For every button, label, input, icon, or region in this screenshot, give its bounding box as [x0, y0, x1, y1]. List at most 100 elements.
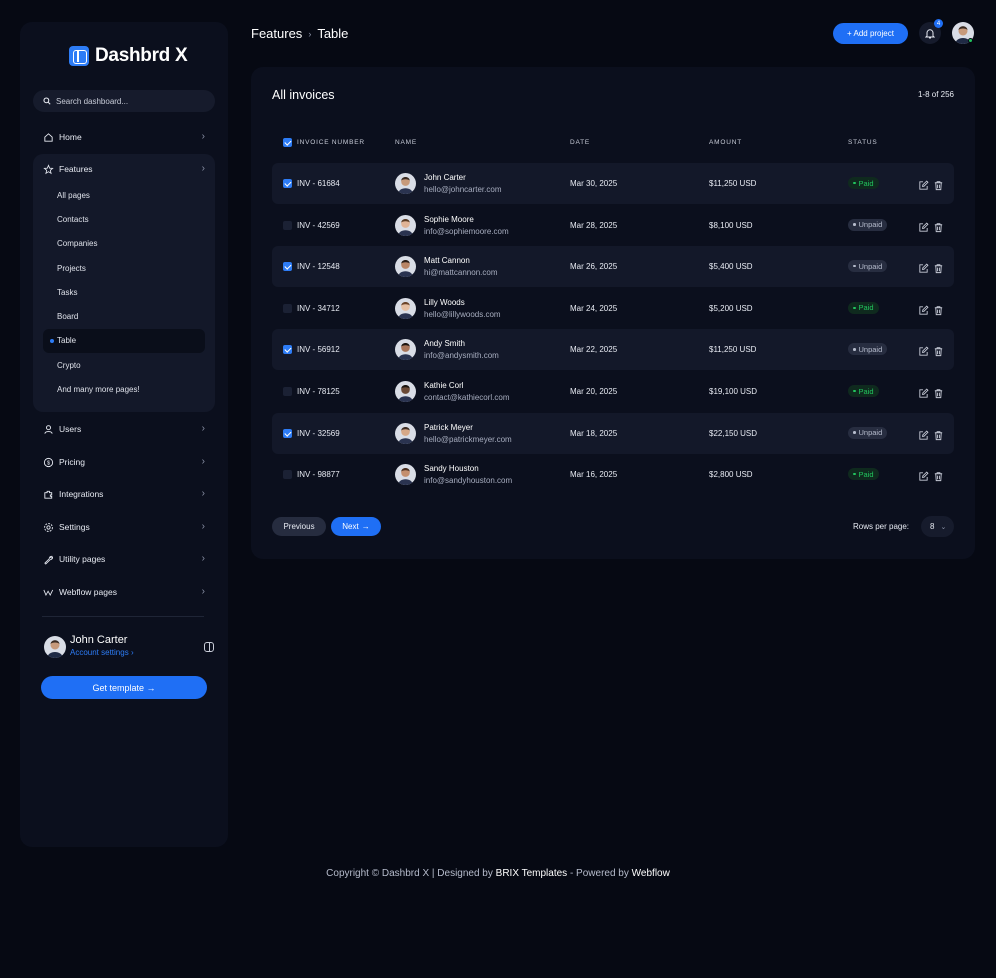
column-date[interactable]: DATE	[570, 139, 590, 146]
sidebar-item-label: Utility pages	[59, 554, 106, 564]
invoice-date: Mar 20, 2025	[570, 387, 618, 396]
breadcrumb: Features › Table	[251, 26, 348, 41]
notifications-button[interactable]: 4	[919, 19, 943, 44]
invoice-amount: $5,200 USD	[709, 303, 753, 313]
status-badge: Unpaid	[848, 218, 888, 231]
account-settings-link[interactable]: Account settings ›	[70, 648, 134, 657]
sub-item-board[interactable]: Board	[57, 312, 78, 321]
row-checkbox[interactable]	[283, 220, 292, 230]
chevron-right-icon: ›	[201, 586, 205, 597]
brix-templates-link[interactable]: BRIX Templates	[496, 868, 568, 879]
trash-icon[interactable]	[933, 178, 944, 191]
row-checkbox[interactable]	[283, 428, 292, 438]
edit-icon[interactable]	[918, 303, 929, 315]
sub-item-table-active[interactable]: Table	[43, 329, 205, 353]
search-icon	[43, 97, 51, 105]
trash-icon[interactable]	[933, 428, 944, 440]
table-row[interactable]: INV - 34712 Lilly Woods hello@lillywoods.c…	[272, 288, 954, 329]
puzzle-icon	[43, 489, 54, 500]
status-badge: Paid	[848, 177, 879, 189]
invoice-amount: $5,400 USD	[709, 262, 753, 272]
column-name[interactable]: NAME	[395, 139, 417, 146]
sidebar-item-webflow-pages[interactable]: Webflow pages ›	[33, 580, 215, 604]
sidebar-item-pricing[interactable]: $ Pricing ›	[33, 450, 215, 474]
sub-item-companies[interactable]: Companies	[57, 239, 97, 248]
webflow-link[interactable]: Webflow	[632, 868, 670, 879]
trash-icon[interactable]	[933, 386, 944, 399]
column-amount[interactable]: AMOUNT	[709, 139, 742, 146]
table-row[interactable]: INV - 56912 Andy Smith info@andysmith.com M…	[272, 329, 954, 371]
previous-button[interactable]: Previous	[272, 517, 326, 536]
invoice-date: Mar 30, 2025	[570, 179, 618, 188]
sidebar-item-label: Home	[59, 132, 82, 142]
edit-icon[interactable]	[918, 178, 929, 190]
sub-item-crypto[interactable]: Crypto	[57, 361, 81, 370]
row-checkbox[interactable]	[283, 179, 292, 188]
table-row[interactable]: INV - 12548 Matt Cannon hi@mattcannon.com M…	[272, 246, 954, 288]
sidebar-item-integrations[interactable]: Integrations ›	[33, 482, 215, 506]
status-dot	[853, 181, 856, 185]
column-status[interactable]: STATUS	[848, 139, 877, 146]
sidebar-item-settings[interactable]: Settings ›	[33, 515, 215, 539]
avatar	[395, 422, 416, 444]
edit-icon[interactable]	[918, 220, 929, 232]
search-bar[interactable]	[33, 90, 215, 112]
customer-name: Lilly Woods	[424, 297, 465, 307]
status-dot	[853, 223, 856, 226]
gear-icon	[43, 522, 54, 533]
sub-item-all-pages[interactable]: All pages	[57, 191, 90, 200]
edit-icon[interactable]	[918, 344, 929, 357]
edit-icon[interactable]	[918, 469, 929, 481]
table-row[interactable]: INV - 42569 Sophie Moore info@sophiemoore.…	[272, 205, 954, 246]
sidebar-item-home[interactable]: Home ›	[33, 125, 215, 149]
customer-name: Matt Cannon	[424, 256, 470, 266]
sub-item-tasks[interactable]: Tasks	[57, 288, 77, 297]
rows-per-page-select[interactable]: 8 ⌄	[921, 516, 954, 537]
sub-item-more-pages[interactable]: And many more pages!	[57, 385, 140, 394]
row-checkbox[interactable]	[283, 303, 292, 313]
sidebar-item-users[interactable]: Users ›	[33, 417, 215, 441]
column-invoice-number[interactable]: INVOICE NUMBER	[297, 139, 365, 146]
trash-icon[interactable]	[933, 261, 944, 274]
edit-icon[interactable]	[918, 386, 929, 398]
table-row[interactable]: INV - 61684 John Carter hello@johncarter.c…	[272, 163, 954, 204]
search-input[interactable]	[56, 96, 206, 106]
sidebar-item-label: Features	[59, 164, 93, 174]
row-checkbox[interactable]	[283, 345, 292, 355]
bell-icon	[925, 28, 935, 38]
edit-icon[interactable]	[918, 428, 929, 440]
invoice-amount: $8,100 USD	[709, 220, 753, 230]
get-template-button[interactable]: Get template →	[41, 676, 207, 699]
sidebar-toggle-icon[interactable]	[204, 642, 214, 652]
row-checkbox[interactable]	[283, 262, 292, 272]
invoice-amount: $11,250 USD	[709, 345, 757, 355]
table-row[interactable]: INV - 32569 Patrick Meyer hello@patrickmey…	[272, 412, 954, 454]
select-all-checkbox[interactable]	[283, 138, 292, 147]
status-badge: Paid	[848, 468, 879, 481]
edit-icon[interactable]	[918, 261, 929, 273]
logo[interactable]: Dashbrd X	[69, 44, 188, 68]
customer-name: John Carter	[424, 173, 466, 182]
status-badge: Unpaid	[848, 343, 888, 356]
row-checkbox[interactable]	[283, 470, 292, 480]
sidebar-item-utility-pages[interactable]: Utility pages ›	[33, 547, 215, 571]
user-card[interactable]: John Carter Account settings ›	[44, 634, 214, 660]
trash-icon[interactable]	[933, 303, 944, 315]
table-row[interactable]: INV - 98877 Sandy Houston info@sandyhousto…	[272, 454, 954, 495]
sidebar-item-features[interactable]: Features ›	[33, 157, 215, 181]
row-checkbox[interactable]	[283, 387, 292, 396]
notification-count-badge: 4	[934, 19, 943, 28]
sub-item-projects[interactable]: Projects	[57, 264, 86, 273]
add-project-button[interactable]: + Add project	[833, 23, 908, 44]
trash-icon[interactable]	[933, 220, 944, 232]
trash-icon[interactable]	[933, 469, 944, 482]
sidebar: Dashbrd X Home › Features › All pages Co…	[20, 22, 228, 847]
trash-icon[interactable]	[933, 344, 944, 357]
invoice-number: INV - 42569	[297, 220, 340, 230]
table-row[interactable]: INV - 78125 Kathie Corl contact@kathiecorl…	[272, 371, 954, 412]
customer-name: Sandy Houston	[424, 464, 479, 474]
breadcrumb-parent[interactable]: Features	[251, 26, 302, 41]
sub-item-contacts[interactable]: Contacts	[57, 215, 89, 224]
avatar	[395, 173, 416, 194]
next-button[interactable]: Next →	[331, 517, 381, 536]
